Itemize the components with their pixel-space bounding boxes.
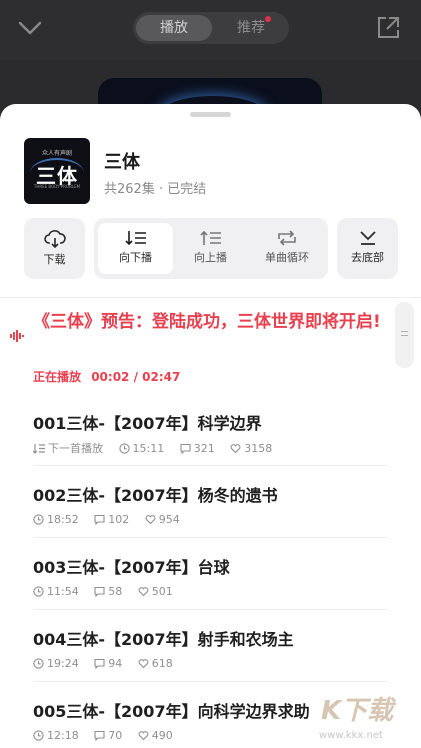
album-cover: 众人有声剧 三体 THREE BODY PROBLEM (24, 138, 90, 204)
episode-likes: 954 (158, 512, 180, 526)
episode-title: 001三体-【2007年】科学边界 (33, 414, 262, 433)
clock-icon (33, 585, 44, 597)
episode-meta: 下一首播放 15:11 321 3158 (33, 440, 272, 456)
episode-row[interactable]: 001三体-【2007年】科学边界 下一首播放 15:11 321 3158 (33, 394, 388, 466)
playing-wave-icon (10, 330, 24, 342)
episode-comments: 102 (108, 512, 130, 526)
album-title: 三体 (104, 152, 140, 173)
clock-icon (33, 729, 44, 741)
download-button[interactable]: 下载 (24, 218, 85, 279)
episode-row[interactable]: 004三体-【2007年】射手和农场主 19:24 94 618 (33, 610, 388, 682)
episode-likes: 490 (151, 728, 173, 742)
heart-icon (138, 586, 149, 596)
episode-duration: 12:18 (47, 728, 79, 742)
now-playing-label: 正在播放 (33, 370, 82, 384)
divider (0, 297, 421, 298)
episode-meta: 19:24 94 618 (33, 656, 173, 670)
episode-meta: 12:18 70 490 (33, 728, 173, 742)
heart-icon (145, 514, 156, 524)
comment-icon (94, 658, 105, 669)
player-top-bar: 播放 推荐 (0, 0, 421, 60)
order-down-button[interactable]: 向下播 (98, 230, 173, 265)
scroll-bottom-icon (359, 231, 376, 245)
order-down-label: 向下播 (119, 251, 152, 264)
album-meta: 共262集 · 已完结 (104, 182, 207, 197)
scrollbar-thumb[interactable] (395, 302, 414, 368)
cover-text-sub: THREE BODY PROBLEM (33, 184, 81, 189)
comment-icon (94, 730, 105, 741)
play-next-label: 下一首播放 (48, 442, 103, 455)
sort-down-icon (124, 231, 146, 246)
episode-likes: 3158 (244, 441, 273, 455)
episode-title: 005三体-【2007年】向科学边界求助 (33, 702, 310, 721)
watermark-url: www.kkx.net (319, 730, 383, 741)
play-next-icon (33, 443, 45, 454)
cover-text-top: 众人有声剧 (41, 150, 72, 157)
comment-icon (180, 443, 191, 454)
single-loop-button[interactable]: 单曲循环 (248, 230, 326, 265)
episode-comments: 321 (193, 441, 215, 455)
episode-comments: 70 (108, 728, 123, 742)
share-icon[interactable] (375, 15, 401, 41)
clock-icon (33, 513, 44, 525)
episode-row[interactable]: 002三体-【2007年】杨冬的遗书 18:52 102 954 (33, 466, 388, 538)
play-order-group: 向下播 向上播 单曲循环 (94, 218, 328, 279)
episode-likes: 501 (151, 584, 173, 598)
repeat-icon (278, 230, 296, 246)
sort-up-icon (199, 230, 221, 245)
order-up-label: 向上播 (194, 251, 227, 264)
tab-recommend[interactable]: 推荐 (215, 15, 287, 41)
cloud-download-icon (43, 230, 66, 248)
episode-likes: 618 (151, 656, 173, 670)
clock-icon (118, 442, 130, 454)
download-button-inner: 下载 (24, 230, 85, 267)
episode-row[interactable]: 003三体-【2007年】台球 11:54 58 501 (33, 538, 388, 610)
heart-icon (230, 443, 241, 453)
heart-icon (138, 658, 149, 668)
episode-duration: 15:11 (132, 441, 165, 455)
episode-title: 004三体-【2007年】射手和农场主 (33, 630, 294, 649)
episode-meta: 11:54 58 501 (33, 584, 173, 598)
episode-duration: 19:24 (47, 656, 79, 670)
heart-icon (138, 730, 149, 740)
episode-meta: 18:52 102 954 (33, 512, 180, 526)
download-label: 下载 (43, 253, 66, 266)
to-bottom-button-inner: 去底部 (337, 230, 398, 265)
episode-duration: 18:52 (47, 512, 79, 526)
tab-switcher: 播放 推荐 (133, 12, 289, 44)
now-playing-status: 正在播放 00:02 / 02:47 (33, 368, 180, 385)
comment-icon (94, 586, 105, 597)
drag-handle[interactable] (190, 112, 231, 117)
tab-play[interactable]: 播放 (136, 15, 212, 41)
episode-title: 003三体-【2007年】台球 (33, 558, 230, 577)
notification-dot (265, 16, 271, 22)
now-playing-progress: 00:02 / 02:47 (91, 370, 181, 384)
episode-title: 002三体-【2007年】杨冬的遗书 (33, 486, 278, 505)
watermark-text: K下载 (321, 696, 394, 726)
to-bottom-label: 去底部 (351, 251, 384, 264)
episode-duration: 11:54 (47, 584, 79, 598)
clock-icon (33, 657, 44, 669)
to-bottom-button[interactable]: 去底部 (337, 218, 398, 279)
chevron-down-icon[interactable] (16, 14, 44, 42)
order-up-button[interactable]: 向上播 (173, 230, 248, 265)
watermark: K下载 www.kkx.net (313, 690, 421, 746)
comment-icon (94, 514, 105, 525)
now-playing-title[interactable]: 《三体》预告：登陆成功，三体世界即将开启! (33, 309, 383, 336)
episode-comments: 58 (108, 584, 123, 598)
single-loop-label: 单曲循环 (265, 251, 309, 264)
playlist-sheet: 众人有声剧 三体 THREE BODY PROBLEM 三体 共262集 · 已… (0, 104, 421, 748)
episode-comments: 94 (108, 656, 123, 670)
